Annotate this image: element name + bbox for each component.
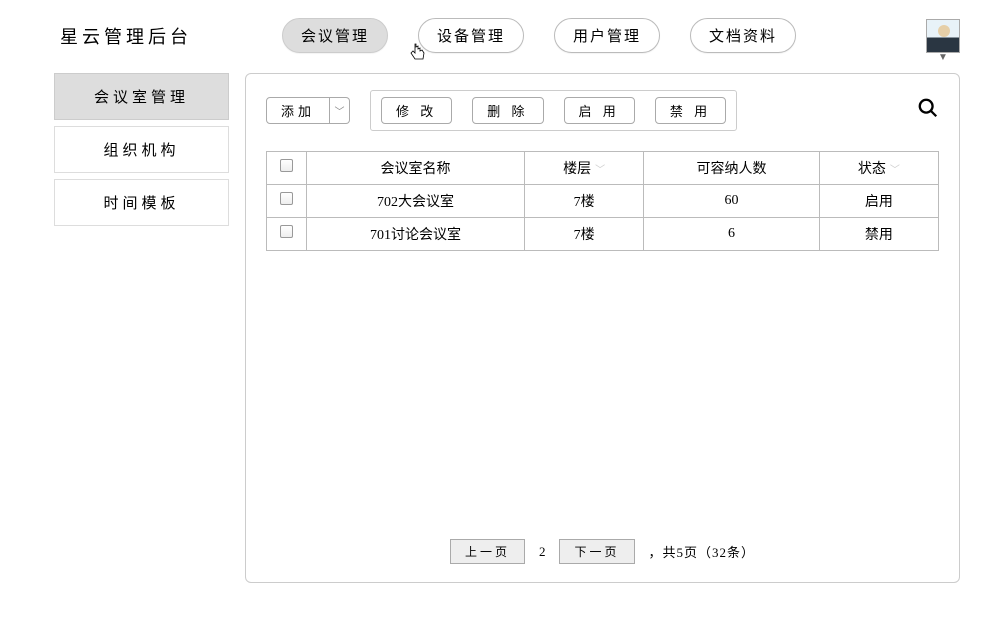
add-dropdown-toggle[interactable]: ﹀: [330, 97, 350, 124]
cell-name: 702大会议室: [307, 185, 525, 218]
pagination: 上一页 2 下一页 ，共5页（32条）: [246, 539, 959, 564]
avatar: [926, 19, 960, 53]
room-table: 会议室名称 楼层﹀ 可容纳人数 状态﹀ 702大会议室 7楼 60 启用 701…: [266, 151, 939, 251]
current-page: 2: [539, 544, 546, 560]
add-button[interactable]: 添加: [266, 97, 330, 124]
edit-button[interactable]: 修 改: [381, 97, 452, 124]
app-logo: 星云管理后台: [60, 23, 192, 49]
enable-button[interactable]: 启 用: [564, 97, 635, 124]
col-status[interactable]: 状态﹀: [819, 152, 938, 185]
nav-meeting-mgmt[interactable]: 会议管理: [282, 18, 388, 53]
sidebar-time-template[interactable]: 时间模板: [54, 179, 229, 226]
cell-name: 701讨论会议室: [307, 218, 525, 251]
cell-status: 禁用: [819, 218, 938, 251]
table-row: 702大会议室 7楼 60 启用: [267, 185, 939, 218]
sort-caret-icon: ﹀: [595, 165, 605, 176]
delete-button[interactable]: 删 除: [472, 97, 543, 124]
chevron-down-icon: ﹀: [335, 103, 345, 118]
cell-floor: 7楼: [525, 185, 644, 218]
col-capacity: 可容纳人数: [644, 152, 820, 185]
select-all-checkbox[interactable]: [280, 159, 293, 172]
row-checkbox[interactable]: [280, 192, 293, 205]
chevron-down-icon: ▼: [938, 52, 948, 63]
prev-page-button[interactable]: 上一页: [450, 539, 525, 564]
row-checkbox[interactable]: [280, 225, 293, 238]
cell-status: 启用: [819, 185, 938, 218]
col-floor[interactable]: 楼层﹀: [525, 152, 644, 185]
cell-capacity: 6: [644, 218, 820, 251]
nav-docs[interactable]: 文档资料: [690, 18, 796, 53]
cell-floor: 7楼: [525, 218, 644, 251]
nav-device-mgmt[interactable]: 设备管理: [418, 18, 524, 53]
table-row: 701讨论会议室 7楼 6 禁用: [267, 218, 939, 251]
user-avatar-menu[interactable]: ▼: [926, 19, 960, 53]
nav-user-mgmt[interactable]: 用户管理: [554, 18, 660, 53]
col-name: 会议室名称: [307, 152, 525, 185]
toolbar: 添加 ﹀ 修 改 删 除 启 用 禁 用: [266, 90, 939, 131]
sidebar-room-mgmt[interactable]: 会议室管理: [54, 73, 229, 120]
cell-capacity: 60: [644, 185, 820, 218]
search-icon[interactable]: [917, 97, 939, 124]
sidebar: 会议室管理 组织机构 时间模板: [54, 73, 229, 583]
top-nav: 会议管理 设备管理 用户管理 文档资料: [282, 18, 796, 53]
sort-caret-icon: ﹀: [890, 165, 900, 176]
page-summary: ，共5页（32条）: [649, 542, 756, 561]
disable-button[interactable]: 禁 用: [655, 97, 726, 124]
sidebar-org[interactable]: 组织机构: [54, 126, 229, 173]
next-page-button[interactable]: 下一页: [559, 539, 634, 564]
main-panel: 添加 ﹀ 修 改 删 除 启 用 禁 用 会议室名称 楼层﹀: [245, 73, 960, 583]
